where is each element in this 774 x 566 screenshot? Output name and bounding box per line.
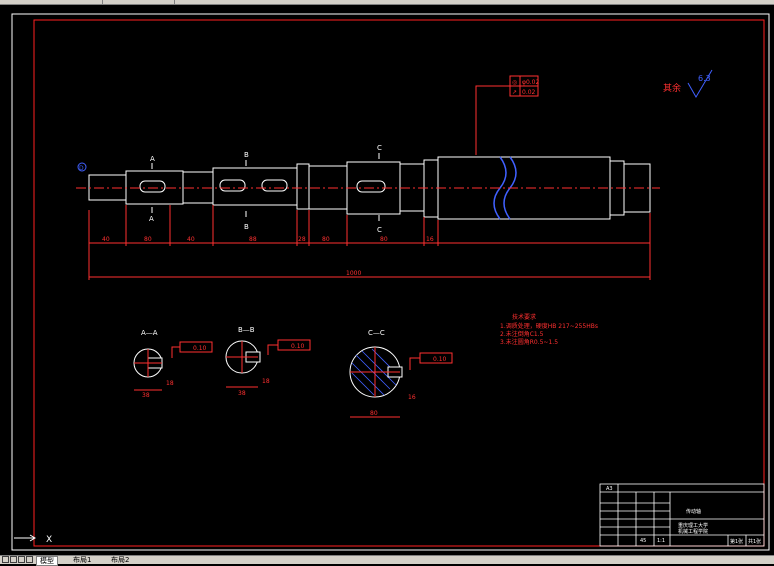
tab-nav-next-button[interactable] [18, 556, 25, 563]
title-dept: 机械工程学院 [678, 528, 708, 535]
section-aa-key: 18 [166, 380, 174, 387]
section-cc-width: 80 [370, 410, 378, 417]
section-bb-tol: 0.10 [291, 343, 305, 350]
dim-1: 40 [102, 236, 110, 243]
dim-7: 80 [380, 236, 388, 243]
title-total: 共1张 [748, 538, 761, 545]
title-material: 45 [640, 538, 646, 544]
roughness-value: 6.3 [698, 74, 711, 83]
ucs-x-label: X [46, 535, 52, 545]
section-a-bottom: A [149, 215, 154, 223]
inner-frame [33, 19, 765, 547]
tech-req-title: 技术要求 [512, 313, 536, 321]
section-bb-key: 18 [262, 378, 270, 385]
dim-2: 80 [144, 236, 152, 243]
tol-sym-1: ◎ [512, 79, 517, 86]
section-a-top: A [150, 155, 155, 163]
ucs-icon [14, 534, 36, 542]
roughness-label: 其余 [663, 82, 681, 94]
outer-frame [11, 13, 770, 551]
tol-val-2: 0.02 [522, 89, 536, 96]
section-aa-title: A—A [141, 329, 158, 337]
dim-6: 80 [322, 236, 330, 243]
tab-nav-last-button[interactable] [26, 556, 33, 563]
title-block [599, 483, 765, 547]
section-aa-tol: 0.10 [193, 345, 207, 352]
section-cc-key: 16 [408, 394, 416, 401]
section-bb-title: B—B [238, 326, 255, 334]
section-b-top: B [244, 151, 249, 159]
dim-4: 88 [249, 236, 257, 243]
title-school: 重庆理工大学 [678, 522, 708, 529]
tech-req-line-2: 2.未注倒角C1.5 [500, 330, 544, 338]
cad-drawing-canvas[interactable]: 其余 6.3 ◎ φ0.02 ↗ 0.02 D A A B B C C 40 8… [0, 5, 774, 555]
section-c-bottom: C [377, 226, 382, 234]
dim-overall: 1000 [346, 270, 361, 277]
section-cc-tol: 0.10 [433, 356, 447, 363]
tech-req-line-1: 1.调质处理，硬度HB 217~255HBs [500, 322, 598, 330]
section-cc-title: C—C [368, 329, 385, 337]
section-bb-width: 38 [238, 390, 246, 397]
dim-5: 28 [298, 236, 306, 243]
section-aa-width: 38 [142, 392, 150, 399]
dim-8: 16 [426, 236, 434, 243]
tol-sym-2: ↗ [512, 89, 517, 96]
title-sheet: 第1张 [730, 538, 743, 545]
tab-nav-first-button[interactable] [2, 556, 9, 563]
tech-req-line-3: 3.未注圆角R0.5~1.5 [500, 338, 558, 346]
section-b-bottom: B [244, 223, 249, 231]
section-c-top: C [377, 144, 382, 152]
datum-label: D [79, 165, 84, 172]
tab-nav-prev-button[interactable] [10, 556, 17, 563]
title-part-name: 传动轴 [686, 508, 701, 515]
tab-model[interactable]: 模型 [36, 556, 58, 566]
title-sheet-size: A3 [606, 486, 613, 492]
tol-val-1: φ0.02 [522, 79, 540, 86]
dim-3: 40 [187, 236, 195, 243]
title-scale: 1:1 [657, 538, 665, 544]
